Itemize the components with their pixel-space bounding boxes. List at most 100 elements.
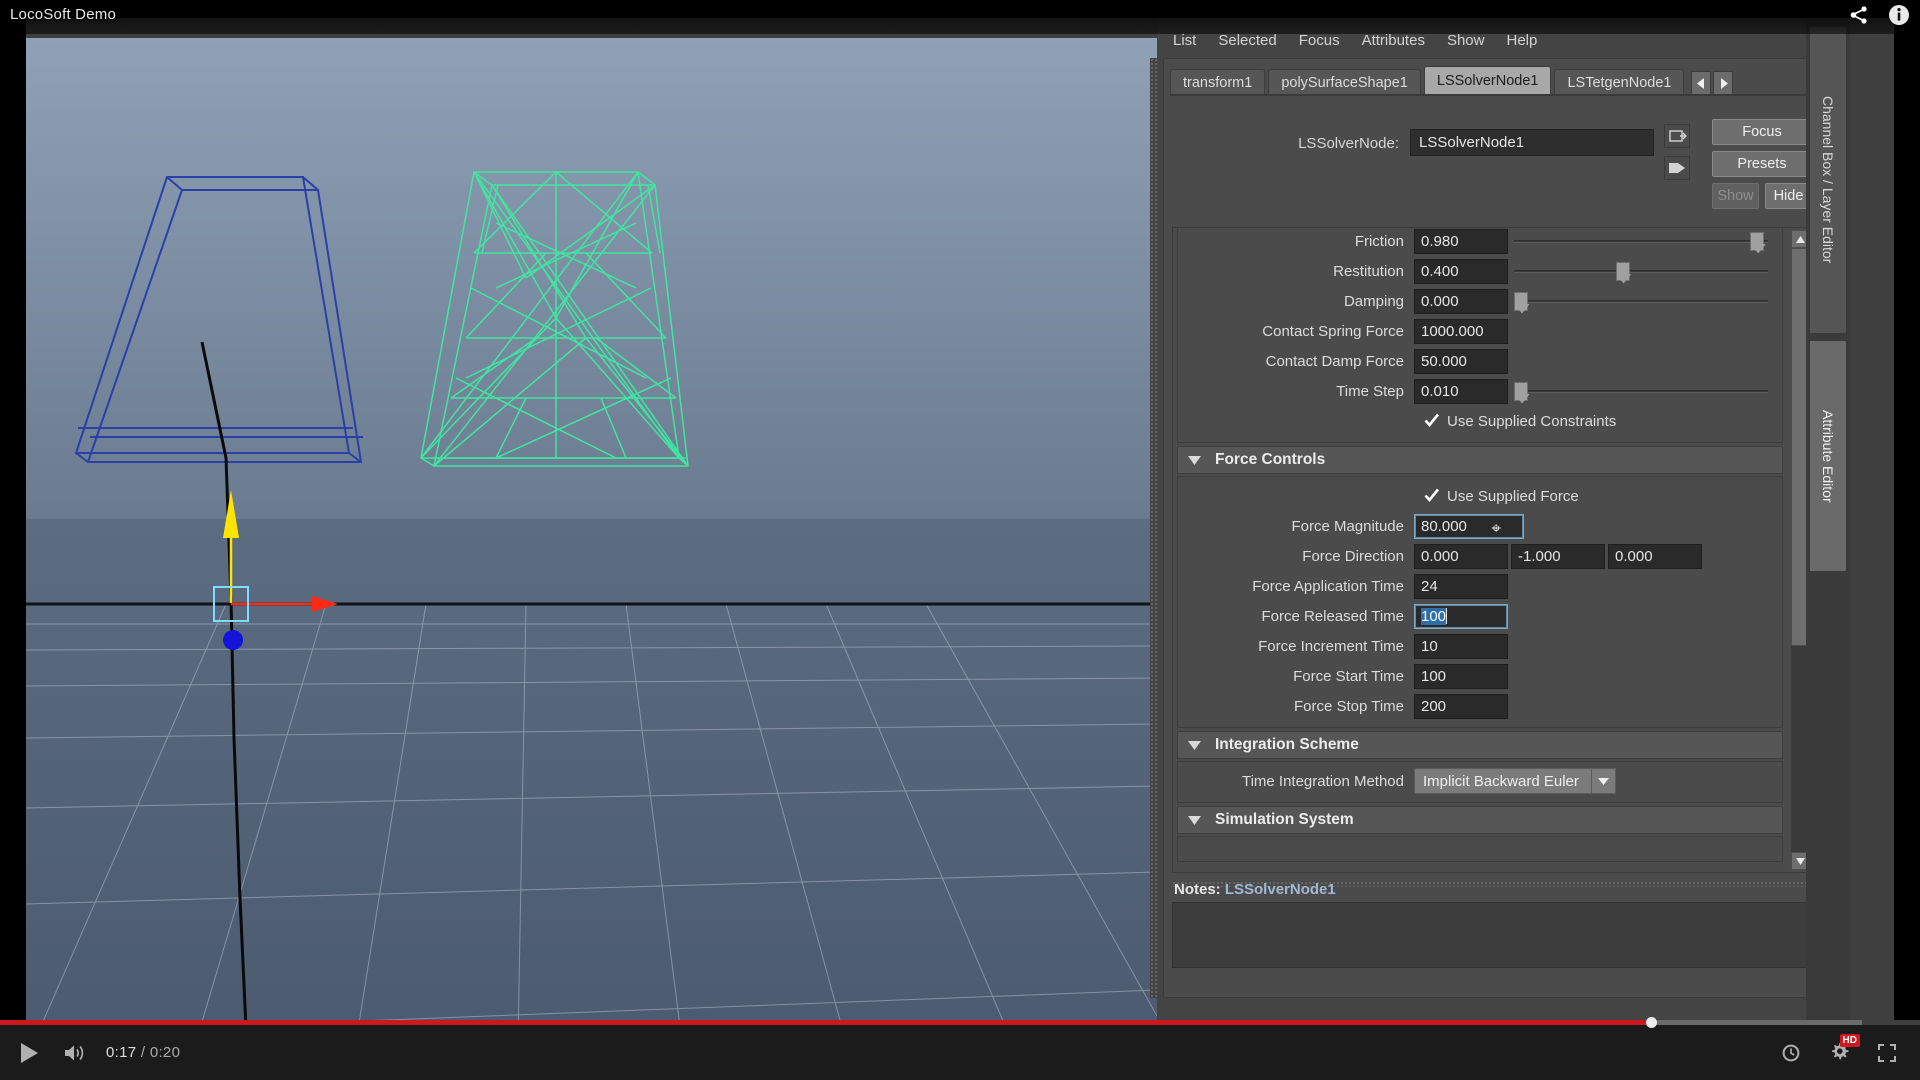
tetrahedral-mesh-wireframe [420, 171, 689, 467]
attribute-scroll-area[interactable]: Friction 0.980 Restitution 0.400 Damping… [1172, 227, 1812, 873]
menu-item-attributes[interactable]: Attributes [1362, 32, 1425, 49]
field-force-application-time[interactable]: 24 [1414, 573, 1508, 599]
play-button[interactable] [6, 1030, 52, 1076]
menu-item-list[interactable]: List [1173, 32, 1196, 49]
tab-next-button[interactable] [1713, 71, 1734, 95]
viewport-scene [26, 171, 1157, 1042]
slider-track [1514, 239, 1768, 243]
field-force-direction-y[interactable]: -1.000 [1511, 543, 1605, 569]
group-header-simulation-system[interactable]: Simulation System [1177, 806, 1783, 834]
slider-damping[interactable] [1514, 289, 1768, 314]
field-force-magnitude[interactable]: 80.000 ⌖ [1414, 513, 1524, 539]
label-friction: Friction [1354, 232, 1404, 250]
node-tab-transform1[interactable]: transform1 [1170, 69, 1266, 95]
time-display: 0:17 / 0:20 [106, 1044, 180, 1061]
attr-row-contact-spring-force: Contact Spring Force 1000.000 [1178, 316, 1782, 346]
attribute-editor-panel: List Selected Focus Attributes Show Help… [1150, 18, 1850, 1042]
field-force-direction-x[interactable]: 0.000 [1414, 543, 1508, 569]
attr-row-time-step: Time Step 0.010 [1178, 376, 1782, 406]
node-name-input[interactable]: LSSolverNode1 [1410, 129, 1654, 156]
slider-track [1514, 299, 1768, 303]
presets-button[interactable]: Presets [1712, 151, 1812, 177]
tab-prev-button[interactable] [1691, 71, 1712, 95]
current-time: 0:17 [106, 1044, 137, 1061]
slider-friction[interactable] [1514, 229, 1768, 254]
field-contact-damp-force[interactable]: 50.000 [1414, 348, 1508, 374]
slider-thumb[interactable] [1615, 261, 1630, 281]
field-force-stop-time[interactable]: 200 [1414, 693, 1508, 719]
node-tab-polysurfaceshape1[interactable]: polySurfaceShape1 [1268, 69, 1421, 95]
field-contact-spring-force[interactable]: 1000.000 [1414, 318, 1508, 344]
node-tab-nav [1691, 71, 1734, 95]
quality-badge: HD [1839, 1033, 1860, 1047]
attr-row-force-direction: Force Direction 0.000 -1.000 0.000 [1178, 541, 1782, 571]
attr-row-contact-damp-force: Contact Damp Force 50.000 [1178, 346, 1782, 376]
label-restitution: Restitution [1333, 262, 1404, 280]
checkbox-use-supplied-force[interactable] [1424, 488, 1440, 504]
total-time: 0:20 [149, 1044, 181, 1061]
field-force-direction-z[interactable]: 0.000 [1608, 543, 1702, 569]
slider-thumb[interactable] [1514, 291, 1528, 311]
menu-item-help[interactable]: Help [1506, 32, 1537, 49]
menu-item-show[interactable]: Show [1447, 32, 1485, 49]
slider-track [1514, 389, 1768, 393]
node-select-button[interactable] [1664, 124, 1690, 148]
group-title-force-controls: Force Controls [1215, 451, 1326, 468]
tab-underline [1170, 94, 1818, 96]
menu-item-focus[interactable]: Focus [1299, 32, 1340, 49]
expand-icon [1878, 1043, 1896, 1062]
focus-button[interactable]: Focus [1712, 119, 1812, 145]
slider-time-step[interactable] [1514, 379, 1768, 404]
node-tab-lssolvernode1[interactable]: LSSolverNode1 [1423, 66, 1552, 95]
maya-application: List Selected Focus Attributes Show Help… [26, 18, 1894, 1042]
size-button[interactable] [1864, 1030, 1910, 1076]
field-restitution[interactable]: 0.400 [1414, 258, 1508, 284]
group-header-integration-scheme[interactable]: Integration Scheme [1177, 731, 1783, 759]
label-force-direction: Force Direction [1302, 547, 1404, 565]
triangle-down-icon [1188, 455, 1201, 465]
hide-button[interactable]: Hide [1765, 183, 1812, 209]
watch-later-button[interactable] [1768, 1030, 1814, 1076]
panel-resize-gripper[interactable] [1150, 58, 1157, 998]
notes-textarea[interactable] [1172, 902, 1812, 968]
label-contact-spring-force: Contact Spring Force [1262, 322, 1404, 340]
share-icon [1850, 6, 1867, 24]
field-force-increment-time[interactable]: 10 [1414, 633, 1508, 659]
show-button[interactable]: Show [1712, 183, 1759, 209]
volume-icon [65, 1045, 84, 1060]
3d-viewport[interactable] [26, 38, 1157, 1042]
slider-thumb[interactable] [1750, 231, 1765, 251]
field-time-step[interactable]: 0.010 [1414, 378, 1508, 404]
checkbox-use-supplied-constraints[interactable] [1424, 413, 1440, 429]
field-force-start-time[interactable]: 100 [1414, 663, 1508, 689]
vertical-tab-attribute-editor[interactable]: Attribute Editor [1809, 340, 1847, 572]
checkbox-row-use-supplied-constraints[interactable]: Use Supplied Constraints [1178, 406, 1782, 436]
field-friction[interactable]: 0.980 [1414, 228, 1508, 254]
integration-scheme-group: Time Integration Method Implicit Backwar… [1177, 761, 1783, 803]
label-force-magnitude: Force Magnitude [1291, 517, 1404, 535]
vertical-tab-channel-box-layer-editor[interactable]: Channel Box / Layer Editor [1809, 26, 1847, 334]
slider-thumb[interactable] [1514, 381, 1528, 401]
volume-button[interactable] [52, 1030, 98, 1076]
settings-button[interactable]: HD [1816, 1030, 1862, 1076]
combo-dropdown-button[interactable] [1592, 768, 1616, 794]
slider-restitution[interactable] [1514, 259, 1768, 284]
attr-row-damping: Damping 0.000 [1178, 286, 1782, 316]
field-force-released-time[interactable]: 100 [1414, 603, 1508, 629]
field-damping[interactable]: 0.000 [1414, 288, 1508, 314]
menu-item-selected[interactable]: Selected [1218, 32, 1276, 49]
group-title-simulation-system: Simulation System [1215, 811, 1354, 828]
chevron-down-icon [1598, 777, 1609, 785]
share-button[interactable] [1846, 2, 1872, 28]
combo-time-integration-method[interactable]: Implicit Backward Euler [1414, 768, 1592, 794]
triangle-down-icon [1188, 740, 1201, 750]
node-output-button[interactable] [1664, 156, 1690, 180]
node-tab-lstetgennode1[interactable]: LSTetgenNode1 [1554, 69, 1685, 95]
player-controls-left: 0:17 / 0:20 [0, 1030, 180, 1076]
editor-side-buttons: Focus Presets Show Hide [1712, 119, 1812, 209]
checkmark-icon [1424, 488, 1440, 502]
checkbox-row-use-supplied-force[interactable]: Use Supplied Force [1178, 481, 1782, 511]
play-icon [20, 1042, 38, 1063]
group-header-force-controls[interactable]: Force Controls [1177, 446, 1783, 474]
info-button[interactable] [1886, 2, 1912, 28]
